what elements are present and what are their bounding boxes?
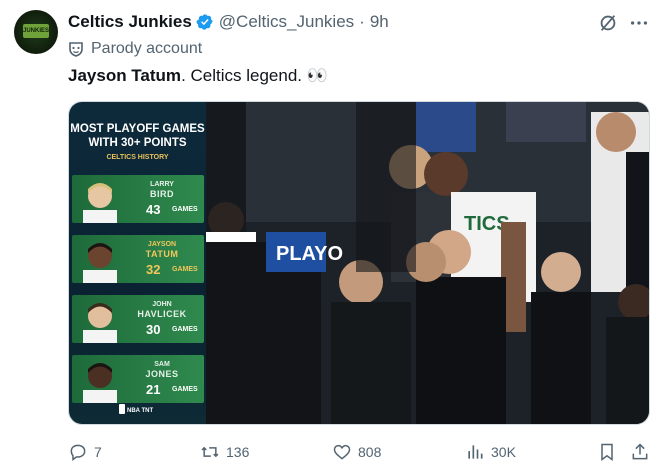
tweet-media[interactable]: MOST PLAYOFF GAMES WITH 30+ POINTS CELTI… <box>68 101 650 425</box>
player-games-count: 21 <box>146 382 161 397</box>
parody-label: Parody account <box>68 38 202 60</box>
player-card: SAM JONES 21 GAMES <box>72 355 204 403</box>
arena-photo: PLAYO TICS <box>206 102 649 424</box>
grok-icon[interactable] <box>597 12 619 34</box>
action-bar: 7 136 808 30K <box>0 438 667 466</box>
parody-mask-icon <box>69 42 83 57</box>
verified-badge-icon <box>196 14 213 30</box>
reply-button[interactable]: 7 <box>68 438 102 466</box>
tweet-text-bold: Jayson Tatum <box>68 66 182 85</box>
like-count: 808 <box>358 444 382 460</box>
player-last-name: JONES <box>145 369 179 379</box>
player-photo <box>83 243 117 283</box>
player-games-unit: GAMES <box>172 206 198 213</box>
repost-icon <box>201 446 219 458</box>
photo-board-text: PLAYO <box>276 243 343 265</box>
views-button[interactable]: 30K <box>465 438 516 466</box>
separator: · <box>359 12 365 31</box>
bookmark-icon <box>601 443 613 461</box>
player-photo <box>83 183 117 223</box>
tweet-header: Celtics Junkies @Celtics_Junkies · 9h <box>68 11 389 33</box>
reply-count: 7 <box>94 444 102 460</box>
avatar-logo: JUNKIES <box>23 24 49 38</box>
like-button[interactable]: 808 <box>332 438 381 466</box>
share-icon <box>632 443 648 460</box>
player-games-count: 30 <box>146 322 161 337</box>
player-games-count: 32 <box>146 262 161 277</box>
timestamp[interactable]: 9h <box>370 12 389 32</box>
heart-icon <box>333 444 351 460</box>
tweet-text-rest: . Celtics legend. 👀 <box>181 66 328 85</box>
player-photo <box>83 363 117 403</box>
nba-tnt-logos: NBA TNT <box>119 404 153 414</box>
player-card: JAYSON TATUM 32 GAMES <box>72 235 204 283</box>
graphic-title: MOST PLAYOFF GAMES WITH 30+ POINTS <box>69 122 206 150</box>
player-first-name: SAM <box>154 361 170 368</box>
player-last-name: BIRD <box>150 189 174 199</box>
repost-count: 136 <box>226 444 250 460</box>
graphic-title-line2: WITH 30+ POINTS <box>88 137 187 149</box>
player-games-count: 43 <box>146 202 161 217</box>
player-last-name: HAVLICEK <box>137 309 187 319</box>
author-name[interactable]: Celtics Junkies <box>68 12 192 32</box>
graphic-title-line1: MOST PLAYOFF GAMES <box>70 123 205 135</box>
bookmark-button[interactable] <box>597 438 623 466</box>
player-games-unit: GAMES <box>172 266 198 273</box>
avatar[interactable]: JUNKIES <box>14 10 58 54</box>
parody-text: Parody account <box>91 40 203 57</box>
tweet-text: Jayson Tatum. Celtics legend. 👀 <box>68 64 328 88</box>
player-games-unit: GAMES <box>172 386 198 393</box>
views-count: 30K <box>491 444 516 460</box>
graphic-subtitle: CELTICS HISTORY <box>106 154 169 161</box>
author-handle[interactable]: @Celtics_Junkies <box>219 12 354 32</box>
views-chart-icon <box>468 445 483 459</box>
more-options-icon[interactable] <box>628 12 650 34</box>
logos-text: NBA TNT <box>127 408 153 414</box>
player-card: LARRY BIRD 43 GAMES <box>72 175 204 223</box>
player-first-name: LARRY <box>150 181 174 188</box>
player-last-name: TATUM <box>145 249 179 259</box>
reply-icon <box>70 444 86 461</box>
share-button[interactable] <box>630 438 656 466</box>
player-first-name: JAYSON <box>147 241 177 248</box>
repost-button[interactable]: 136 <box>200 438 249 466</box>
player-photo <box>83 303 117 343</box>
stats-graphic[interactable]: MOST PLAYOFF GAMES WITH 30+ POINTS CELTI… <box>69 102 206 424</box>
player-games-unit: GAMES <box>172 326 198 333</box>
player-card: JOHN HAVLICEK 30 GAMES <box>72 295 204 343</box>
player-first-name: JOHN <box>152 301 172 308</box>
